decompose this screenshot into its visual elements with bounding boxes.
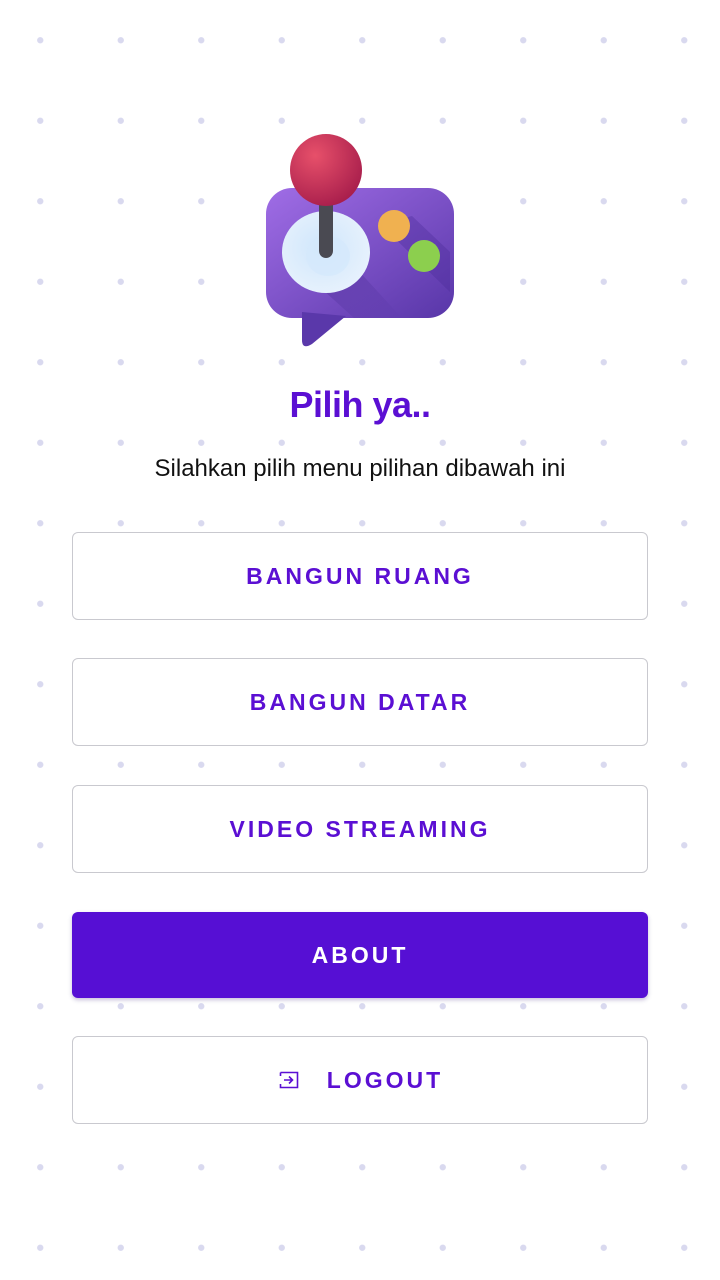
logout-icon [277,1068,301,1092]
about-button[interactable]: ABOUT [72,912,648,998]
game-controller-chat-icon [266,134,454,347]
bangun-datar-button[interactable]: BANGUN DATAR [72,658,648,746]
video-streaming-label: VIDEO STREAMING [229,815,491,842]
about-label: ABOUT [311,941,409,968]
bangun-ruang-button[interactable]: BANGUN RUANG [72,532,648,620]
bangun-ruang-label: BANGUN RUANG [246,562,474,589]
page-title: Pilih ya.. [289,384,431,425]
bangun-datar-label: BANGUN DATAR [249,688,471,715]
video-streaming-button[interactable]: VIDEO STREAMING [72,785,648,873]
page-subtitle: Silahkan pilih menu pilihan dibawah ini [154,455,566,482]
logout-button[interactable]: LOGOUT [72,1036,648,1124]
logout-label: LOGOUT [326,1066,444,1093]
